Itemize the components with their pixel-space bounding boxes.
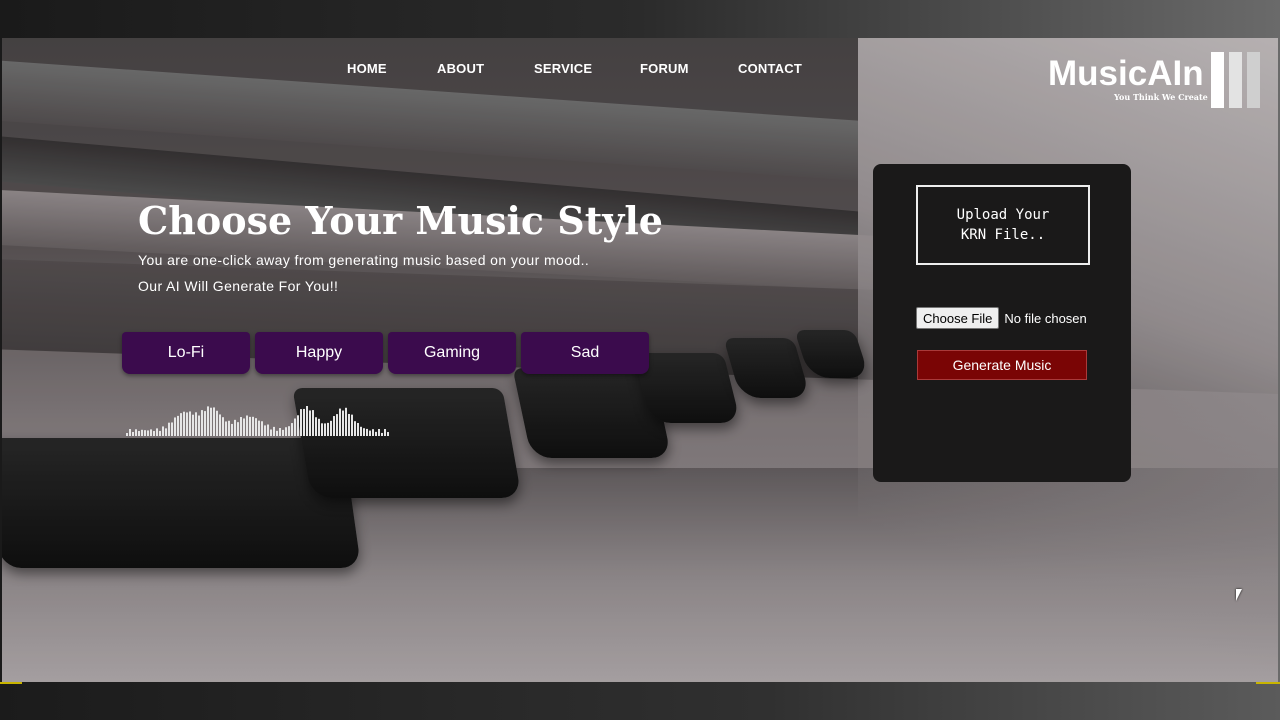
- hero-subtitle: You are one-click away from generating m…: [138, 252, 590, 268]
- style-button-sad[interactable]: Sad: [521, 332, 649, 374]
- upload-label-line1: Upload Your: [956, 207, 1050, 223]
- frame-accent: [1256, 682, 1280, 684]
- style-button-lofi[interactable]: Lo-Fi: [122, 332, 250, 374]
- audio-waveform-icon: [126, 406, 389, 436]
- file-status: No file chosen: [1004, 310, 1087, 326]
- upload-dropzone[interactable]: Upload Your KRN File..: [916, 185, 1090, 265]
- generate-music-button[interactable]: Generate Music: [917, 350, 1087, 380]
- nav-contact[interactable]: CONTACT: [738, 61, 802, 76]
- nav-about[interactable]: ABOUT: [437, 61, 484, 76]
- hero-tagline: Our AI Will Generate For You!!: [138, 278, 339, 294]
- nav-home[interactable]: HOME: [347, 61, 387, 76]
- style-button-happy[interactable]: Happy: [255, 332, 383, 374]
- upload-panel: Upload Your KRN File.. Choose File No fi…: [873, 164, 1131, 482]
- bottom-frame: [0, 682, 1280, 720]
- nav-forum[interactable]: FORUM: [640, 61, 689, 76]
- page-title: Choose Your Music Style: [138, 198, 663, 243]
- hero-background: HOME ABOUT SERVICE FORUM CONTACT MusicAI…: [2, 38, 1278, 682]
- frame-accent: [0, 682, 22, 684]
- logo-name: MusicAIn: [1048, 54, 1204, 93]
- style-button-gaming[interactable]: Gaming: [388, 332, 516, 374]
- nav-service[interactable]: SERVICE: [534, 61, 592, 76]
- logo-tagline: You Think We Create: [1114, 92, 1208, 102]
- file-input: Choose File No file chosen: [916, 307, 1087, 329]
- upload-label-line2: KRN File..: [960, 227, 1046, 243]
- choose-file-button[interactable]: Choose File: [916, 307, 1000, 329]
- mouse-cursor-icon: [1236, 589, 1242, 601]
